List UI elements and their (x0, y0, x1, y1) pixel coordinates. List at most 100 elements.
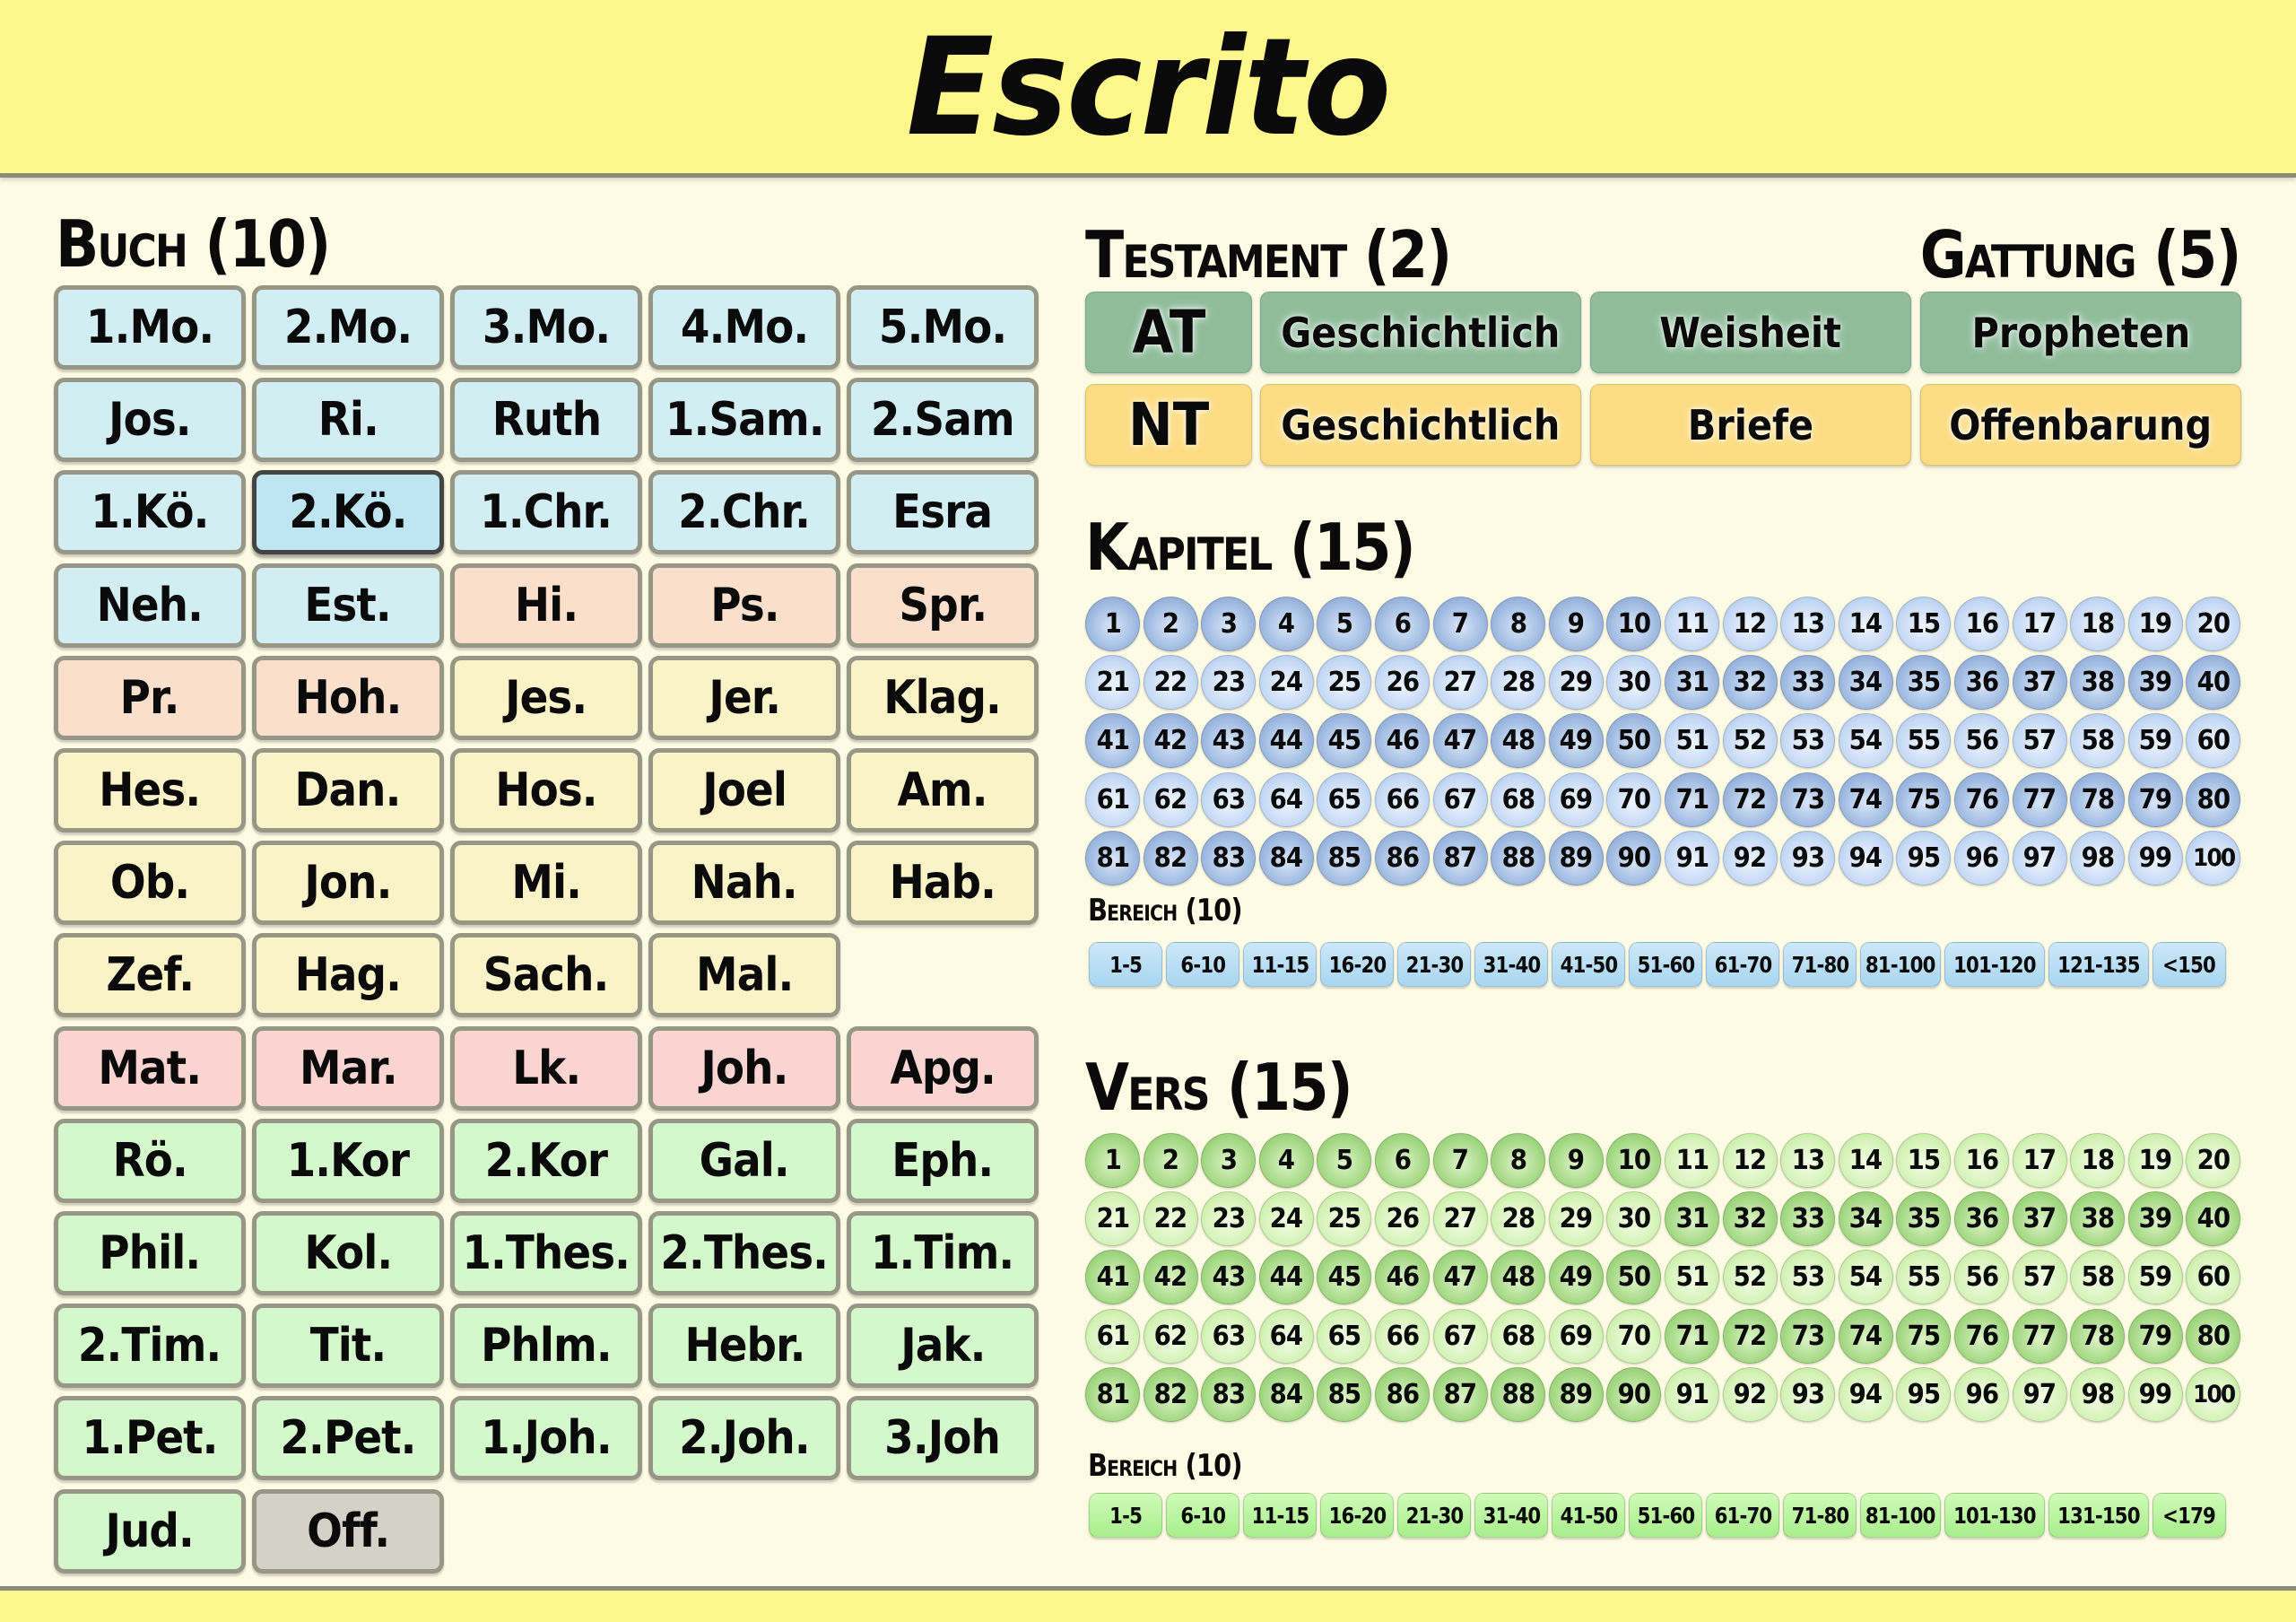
kapitel-number-93[interactable]: 93 (1780, 830, 1836, 885)
kapitel-number-78[interactable]: 78 (2070, 772, 2126, 827)
vers-number-72[interactable]: 72 (1722, 1308, 1778, 1364)
book-button-mat[interactable]: Mat. (54, 1025, 246, 1111)
book-button-dan[interactable]: Dan. (252, 748, 444, 833)
vers-number-30[interactable]: 30 (1606, 1191, 1662, 1247)
vers-number-39[interactable]: 39 (2127, 1191, 2183, 1247)
vers-number-88[interactable]: 88 (1491, 1366, 1546, 1422)
genre-button-nt-briefe[interactable]: Briefe (1590, 384, 1911, 466)
vers-number-11[interactable]: 11 (1665, 1133, 1719, 1188)
kapitel-number-88[interactable]: 88 (1491, 830, 1546, 885)
vers-number-60[interactable]: 60 (2186, 1250, 2241, 1305)
kapitel-number-25[interactable]: 25 (1317, 655, 1372, 711)
book-button-2-chr[interactable]: 2.Chr. (648, 470, 840, 555)
vers-range-button-21-30[interactable]: 21-30 (1397, 1493, 1471, 1538)
vers-number-29[interactable]: 29 (1548, 1191, 1604, 1247)
kapitel-range-button-6-10[interactable]: 6-10 (1166, 942, 1239, 987)
kapitel-number-70[interactable]: 70 (1606, 772, 1662, 827)
vers-number-81[interactable]: 81 (1085, 1366, 1140, 1422)
book-button-jes[interactable]: Jes. (450, 655, 642, 740)
vers-number-40[interactable]: 40 (2186, 1191, 2241, 1247)
kapitel-range-button-lt-150[interactable]: <150 (2152, 942, 2226, 987)
vers-number-21[interactable]: 21 (1085, 1191, 1140, 1247)
kapitel-number-64[interactable]: 64 (1258, 772, 1314, 827)
kapitel-range-button-51-60[interactable]: 51-60 (1629, 942, 1702, 987)
book-button-5-mo[interactable]: 5.Mo. (847, 285, 1039, 370)
kapitel-range-button-71-80[interactable]: 71-80 (1783, 942, 1857, 987)
vers-range-button-11-15[interactable]: 11-15 (1243, 1493, 1317, 1538)
book-button-apg[interactable]: Apg. (847, 1025, 1039, 1111)
vers-number-12[interactable]: 12 (1722, 1133, 1778, 1188)
kapitel-number-71[interactable]: 71 (1665, 772, 1719, 827)
kapitel-number-22[interactable]: 22 (1143, 655, 1198, 711)
book-button-2-thes[interactable]: 2.Thes. (648, 1211, 840, 1295)
genre-button-nt-offenbarung[interactable]: Offenbarung (1920, 384, 2241, 466)
kapitel-number-8[interactable]: 8 (1491, 597, 1546, 651)
kapitel-number-79[interactable]: 79 (2127, 772, 2183, 827)
vers-number-82[interactable]: 82 (1143, 1366, 1198, 1422)
book-button-mar[interactable]: Mar. (252, 1025, 444, 1111)
kapitel-range-button-81-100[interactable]: 81-100 (1860, 942, 1941, 987)
book-button-1-chr[interactable]: 1.Chr. (450, 470, 642, 555)
kapitel-range-button-1-5[interactable]: 1-5 (1089, 942, 1162, 987)
book-button-gal[interactable]: Gal. (648, 1118, 840, 1203)
kapitel-number-77[interactable]: 77 (2012, 772, 2067, 827)
kapitel-number-38[interactable]: 38 (2070, 655, 2126, 711)
kapitel-number-82[interactable]: 82 (1143, 830, 1198, 885)
vers-number-77[interactable]: 77 (2012, 1308, 2067, 1364)
vers-number-94[interactable]: 94 (1838, 1366, 1893, 1422)
kapitel-number-46[interactable]: 46 (1375, 713, 1430, 769)
kapitel-number-28[interactable]: 28 (1491, 655, 1546, 711)
vers-number-36[interactable]: 36 (1954, 1191, 2009, 1247)
vers-range-button-131-150[interactable]: 131-150 (2048, 1493, 2149, 1538)
book-button-eph[interactable]: Eph. (847, 1118, 1039, 1203)
kapitel-number-91[interactable]: 91 (1665, 830, 1719, 885)
vers-number-86[interactable]: 86 (1375, 1366, 1430, 1422)
vers-number-7[interactable]: 7 (1432, 1133, 1488, 1188)
book-button-ob[interactable]: Ob. (54, 841, 246, 926)
book-button-jon[interactable]: Jon. (252, 841, 444, 926)
kapitel-number-43[interactable]: 43 (1201, 713, 1257, 769)
book-button-2-joh[interactable]: 2.Joh. (648, 1396, 840, 1481)
kapitel-number-10[interactable]: 10 (1606, 597, 1662, 651)
vers-number-84[interactable]: 84 (1258, 1366, 1314, 1422)
vers-number-70[interactable]: 70 (1606, 1308, 1662, 1364)
book-button-jer[interactable]: Jer. (648, 655, 840, 740)
vers-number-44[interactable]: 44 (1258, 1250, 1314, 1305)
kapitel-range-button-11-15[interactable]: 11-15 (1243, 942, 1317, 987)
vers-number-25[interactable]: 25 (1317, 1191, 1372, 1247)
vers-number-49[interactable]: 49 (1548, 1250, 1604, 1305)
kapitel-number-65[interactable]: 65 (1317, 772, 1372, 827)
vers-number-22[interactable]: 22 (1143, 1191, 1198, 1247)
vers-number-83[interactable]: 83 (1201, 1366, 1257, 1422)
vers-number-17[interactable]: 17 (2012, 1133, 2067, 1188)
kapitel-number-14[interactable]: 14 (1838, 597, 1893, 651)
vers-number-28[interactable]: 28 (1491, 1191, 1546, 1247)
kapitel-number-66[interactable]: 66 (1375, 772, 1430, 827)
kapitel-number-12[interactable]: 12 (1722, 597, 1778, 651)
kapitel-range-button-101-120[interactable]: 101-120 (1944, 942, 2045, 987)
book-button-phlm[interactable]: Phlm. (450, 1304, 642, 1389)
vers-number-41[interactable]: 41 (1085, 1250, 1140, 1305)
vers-number-95[interactable]: 95 (1896, 1366, 1952, 1422)
kapitel-number-100[interactable]: 100 (2186, 830, 2241, 885)
genre-button-at-propheten[interactable]: Propheten (1920, 292, 2241, 373)
book-button-1-pet[interactable]: 1.Pet. (54, 1396, 246, 1481)
book-button-tit[interactable]: Tit. (252, 1304, 444, 1389)
vers-number-26[interactable]: 26 (1375, 1191, 1430, 1247)
kapitel-number-73[interactable]: 73 (1780, 772, 1836, 827)
vers-number-15[interactable]: 15 (1896, 1133, 1952, 1188)
kapitel-number-74[interactable]: 74 (1838, 772, 1893, 827)
kapitel-number-75[interactable]: 75 (1896, 772, 1952, 827)
kapitel-number-76[interactable]: 76 (1954, 772, 2009, 827)
kapitel-number-87[interactable]: 87 (1432, 830, 1488, 885)
book-button-hos[interactable]: Hos. (450, 748, 642, 833)
vers-number-56[interactable]: 56 (1954, 1250, 2009, 1305)
kapitel-number-53[interactable]: 53 (1780, 713, 1836, 769)
vers-number-38[interactable]: 38 (2070, 1191, 2126, 1247)
vers-number-66[interactable]: 66 (1375, 1308, 1430, 1364)
kapitel-number-29[interactable]: 29 (1548, 655, 1604, 711)
book-button-2-kö[interactable]: 2.Kö. (252, 470, 444, 555)
kapitel-number-30[interactable]: 30 (1606, 655, 1662, 711)
book-button-phil[interactable]: Phil. (54, 1211, 246, 1295)
book-button-neh[interactable]: Neh. (54, 562, 246, 648)
